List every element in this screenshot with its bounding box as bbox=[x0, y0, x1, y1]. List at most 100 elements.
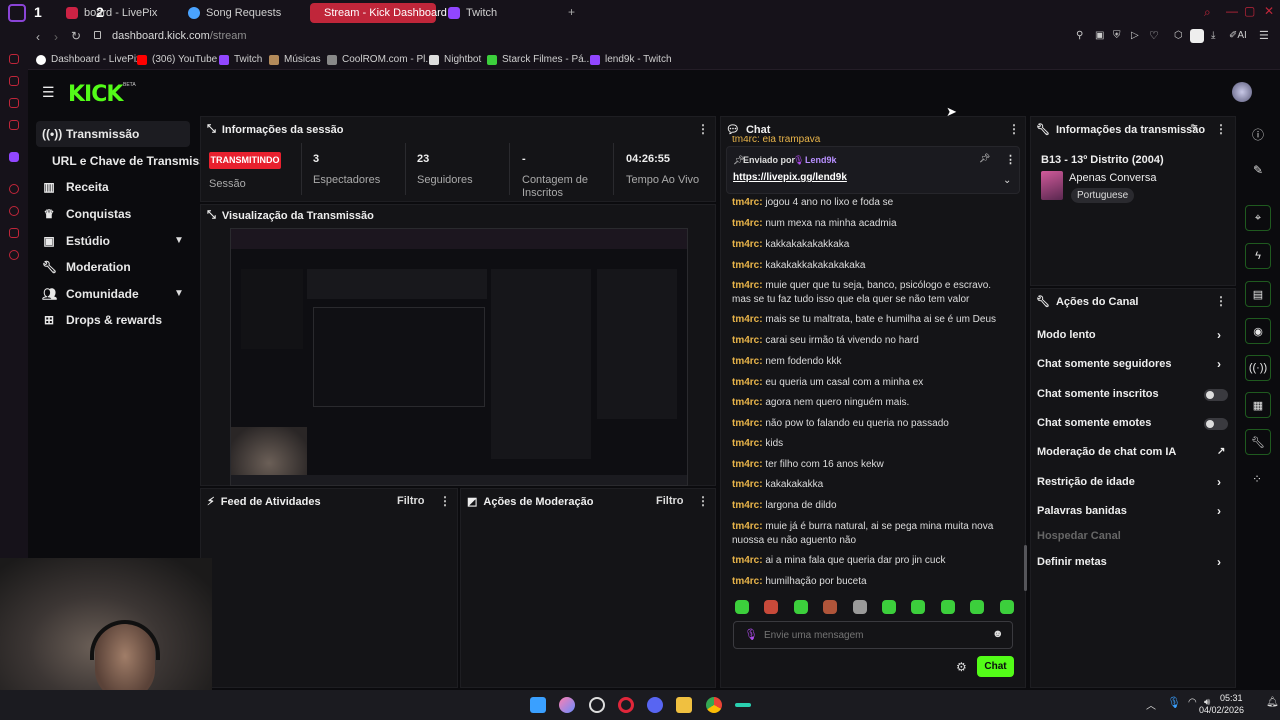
channel-action-item[interactable]: Restrição de idade bbox=[1037, 476, 1135, 488]
chat-username[interactable]: tm4rc: bbox=[732, 197, 763, 208]
copilot-icon[interactable] bbox=[559, 697, 575, 713]
nav-estudio[interactable]: ▣ Estúdio bbox=[36, 228, 110, 254]
chat-username[interactable]: tm4rc: bbox=[732, 479, 763, 490]
sidebar-player-icon[interactable] bbox=[9, 184, 19, 194]
wifi-icon[interactable]: ◠ bbox=[1188, 697, 1197, 708]
tab-song-requests[interactable]: Song Requests bbox=[180, 3, 289, 23]
tray-chevron-icon[interactable]: ︿ bbox=[1146, 697, 1156, 712]
user-avatar[interactable] bbox=[1232, 82, 1252, 102]
chevron-down-icon[interactable]: ⌄ bbox=[1003, 175, 1011, 186]
chevron-down-icon[interactable]: ▼ bbox=[174, 288, 184, 299]
chat-message[interactable]: tm4rc: kakakakakka bbox=[732, 478, 1012, 492]
emote-icon[interactable] bbox=[735, 600, 749, 614]
chat-username[interactable]: tm4rc: bbox=[732, 555, 763, 566]
reload-icon[interactable]: ↻ bbox=[71, 29, 81, 43]
more-options-icon[interactable]: ⋮ bbox=[697, 494, 709, 508]
sidebar-history-icon[interactable] bbox=[9, 206, 19, 216]
new-tab-button[interactable]: + bbox=[568, 5, 575, 19]
nav-moderation[interactable]: 🔧︎ Moderation bbox=[36, 254, 131, 280]
bookmark-twitch[interactable]: Twitch bbox=[219, 54, 262, 65]
hamburger-menu-icon[interactable]: ☰ bbox=[42, 84, 55, 101]
heart-icon[interactable]: ♡ bbox=[1149, 29, 1159, 42]
chat-message[interactable]: tm4rc: jogou 4 ano no lixo e foda se bbox=[732, 196, 1012, 210]
chat-send-button[interactable]: Chat bbox=[977, 656, 1014, 677]
chat-username[interactable]: tm4rc: bbox=[732, 500, 763, 511]
bookmark-nightbot[interactable]: Nightbot bbox=[429, 54, 481, 65]
more-options-icon[interactable]: ⋮ bbox=[1008, 122, 1020, 136]
info-icon[interactable]: ⓘ bbox=[1252, 126, 1264, 143]
channel-action-item[interactable]: Chat somente inscritos bbox=[1037, 388, 1159, 400]
chevron-right-icon[interactable]: › bbox=[1217, 555, 1221, 569]
pin-icon[interactable]: ⚲ bbox=[1076, 30, 1083, 41]
clock-date[interactable]: 04/02/2026 bbox=[1199, 705, 1244, 715]
url-field[interactable]: dashboard.kick.com/stream bbox=[112, 30, 247, 42]
chat-message[interactable]: tm4rc: kids bbox=[732, 437, 1012, 451]
emote-icon[interactable] bbox=[940, 600, 955, 614]
chat-message[interactable]: tm4rc: num mexa na minha acadmia bbox=[732, 217, 1012, 231]
channel-action-item[interactable]: Moderação de chat com IA bbox=[1037, 446, 1176, 458]
chat-username[interactable]: tm4rc: bbox=[732, 438, 763, 449]
nav-comunidade[interactable]: 👥︎ Comunidade bbox=[36, 281, 139, 307]
wrench-icon[interactable]: 🔧︎ bbox=[1245, 429, 1271, 455]
external-link-icon[interactable]: ↗ bbox=[1217, 446, 1225, 457]
discord-icon[interactable] bbox=[647, 697, 663, 713]
back-icon[interactable]: ‹ bbox=[36, 30, 40, 44]
mic-tray-icon[interactable]: 🎙︎ bbox=[1167, 696, 1181, 709]
stream-preview-video[interactable] bbox=[230, 228, 688, 486]
emote-icon[interactable] bbox=[999, 600, 1014, 614]
chat-input[interactable] bbox=[764, 626, 984, 644]
channel-action-item[interactable]: Definir metas bbox=[1037, 556, 1107, 568]
chat-message[interactable]: tm4rc: ter filho com 16 anos kekw bbox=[732, 458, 1012, 472]
bookmark-youtube[interactable]: (306) YouTube bbox=[137, 54, 217, 65]
chat-message[interactable]: tm4rc: kakakakkakakakakaka bbox=[732, 259, 1012, 273]
emoji-picker-icon[interactable]: ☻ bbox=[992, 628, 1004, 640]
chevron-down-icon[interactable]: ▼ bbox=[174, 235, 184, 246]
bookmark-livepix[interactable]: Dashboard - LivePix bbox=[36, 54, 141, 65]
nav-receita[interactable]: ▥ Receita bbox=[36, 174, 108, 200]
pinned-message[interactable]: 📌︎ Enviado por 🎙︎ Lend9k https://livepix… bbox=[726, 146, 1020, 194]
unpin-icon[interactable]: 📌︎ bbox=[979, 153, 990, 164]
scan-icon[interactable]: ⌖ bbox=[1245, 205, 1271, 231]
chat-username[interactable]: tm4rc: bbox=[732, 576, 763, 587]
activity-filter-button[interactable]: Filtro bbox=[397, 495, 425, 507]
toggle-switch[interactable] bbox=[1204, 389, 1228, 401]
chat-icon[interactable]: ◉ bbox=[1245, 318, 1271, 344]
chat-message[interactable]: tm4rc: não pow to falando eu queria no p… bbox=[732, 417, 1012, 431]
add-widget-icon[interactable]: ⁘ bbox=[1252, 472, 1262, 486]
tab-kick-dashboard[interactable]: Stream - Kick Dashboard bbox=[310, 3, 447, 23]
lightning-icon[interactable]: ϟ bbox=[1245, 243, 1271, 269]
chat-message[interactable]: tm4rc: muie quer que tu seja, banco, psi… bbox=[732, 279, 1012, 307]
windows-start-icon[interactable] bbox=[530, 697, 546, 713]
menu-icon[interactable]: ☰ bbox=[1259, 29, 1269, 42]
channel-action-item[interactable]: Chat somente emotes bbox=[1037, 417, 1151, 429]
broadcast-icon[interactable]: ((·)) bbox=[1245, 355, 1271, 381]
chat-username[interactable]: tm4rc: bbox=[732, 280, 763, 291]
send-icon[interactable]: ▷ bbox=[1131, 30, 1139, 41]
bookmark-coolrom[interactable]: CoolROM.com - Pl... bbox=[327, 54, 434, 65]
profile-icon[interactable] bbox=[1190, 29, 1204, 43]
chat-input-box[interactable]: 🎙︎ ☻ bbox=[733, 621, 1013, 649]
shield-icon[interactable]: ⛨ bbox=[1113, 30, 1121, 41]
chevron-right-icon[interactable]: › bbox=[1217, 328, 1221, 342]
more-options-icon[interactable]: ⋮ bbox=[1005, 153, 1016, 166]
chat-message[interactable]: tm4rc: mais se tu maltrata, bate e humil… bbox=[732, 313, 1012, 327]
notification-icon[interactable]: 🔔︎ bbox=[1266, 697, 1279, 708]
sidebar-mail-icon[interactable] bbox=[9, 98, 19, 108]
tab-livepix[interactable]: board - LivePix bbox=[58, 3, 165, 23]
file-explorer-icon[interactable] bbox=[676, 697, 692, 713]
sidebar-settings-icon[interactable] bbox=[9, 250, 19, 260]
pencil-icon[interactable]: ✎ bbox=[1253, 163, 1263, 177]
emote-icon[interactable] bbox=[911, 600, 926, 614]
chat-scrollbar[interactable] bbox=[1024, 545, 1027, 591]
bookmark-starck[interactable]: Starck Filmes - Pá... bbox=[487, 54, 592, 65]
opera-icon[interactable] bbox=[618, 697, 634, 713]
chat-message[interactable]: tm4rc: nem fodendo kkk bbox=[732, 355, 1012, 369]
chat-username[interactable]: tm4rc: bbox=[732, 260, 763, 271]
notes-icon[interactable]: ▤ bbox=[1245, 281, 1271, 307]
sidebar-pin-icon[interactable] bbox=[9, 228, 19, 238]
chat-message[interactable]: tm4rc: eu queria um casal com a minha ex bbox=[732, 376, 1012, 390]
category-label[interactable]: Apenas Conversa bbox=[1069, 172, 1156, 184]
chat-settings-icon[interactable]: ⚙ bbox=[956, 660, 967, 674]
chatgpt-icon[interactable] bbox=[589, 697, 605, 713]
chrome-icon[interactable] bbox=[706, 697, 722, 713]
